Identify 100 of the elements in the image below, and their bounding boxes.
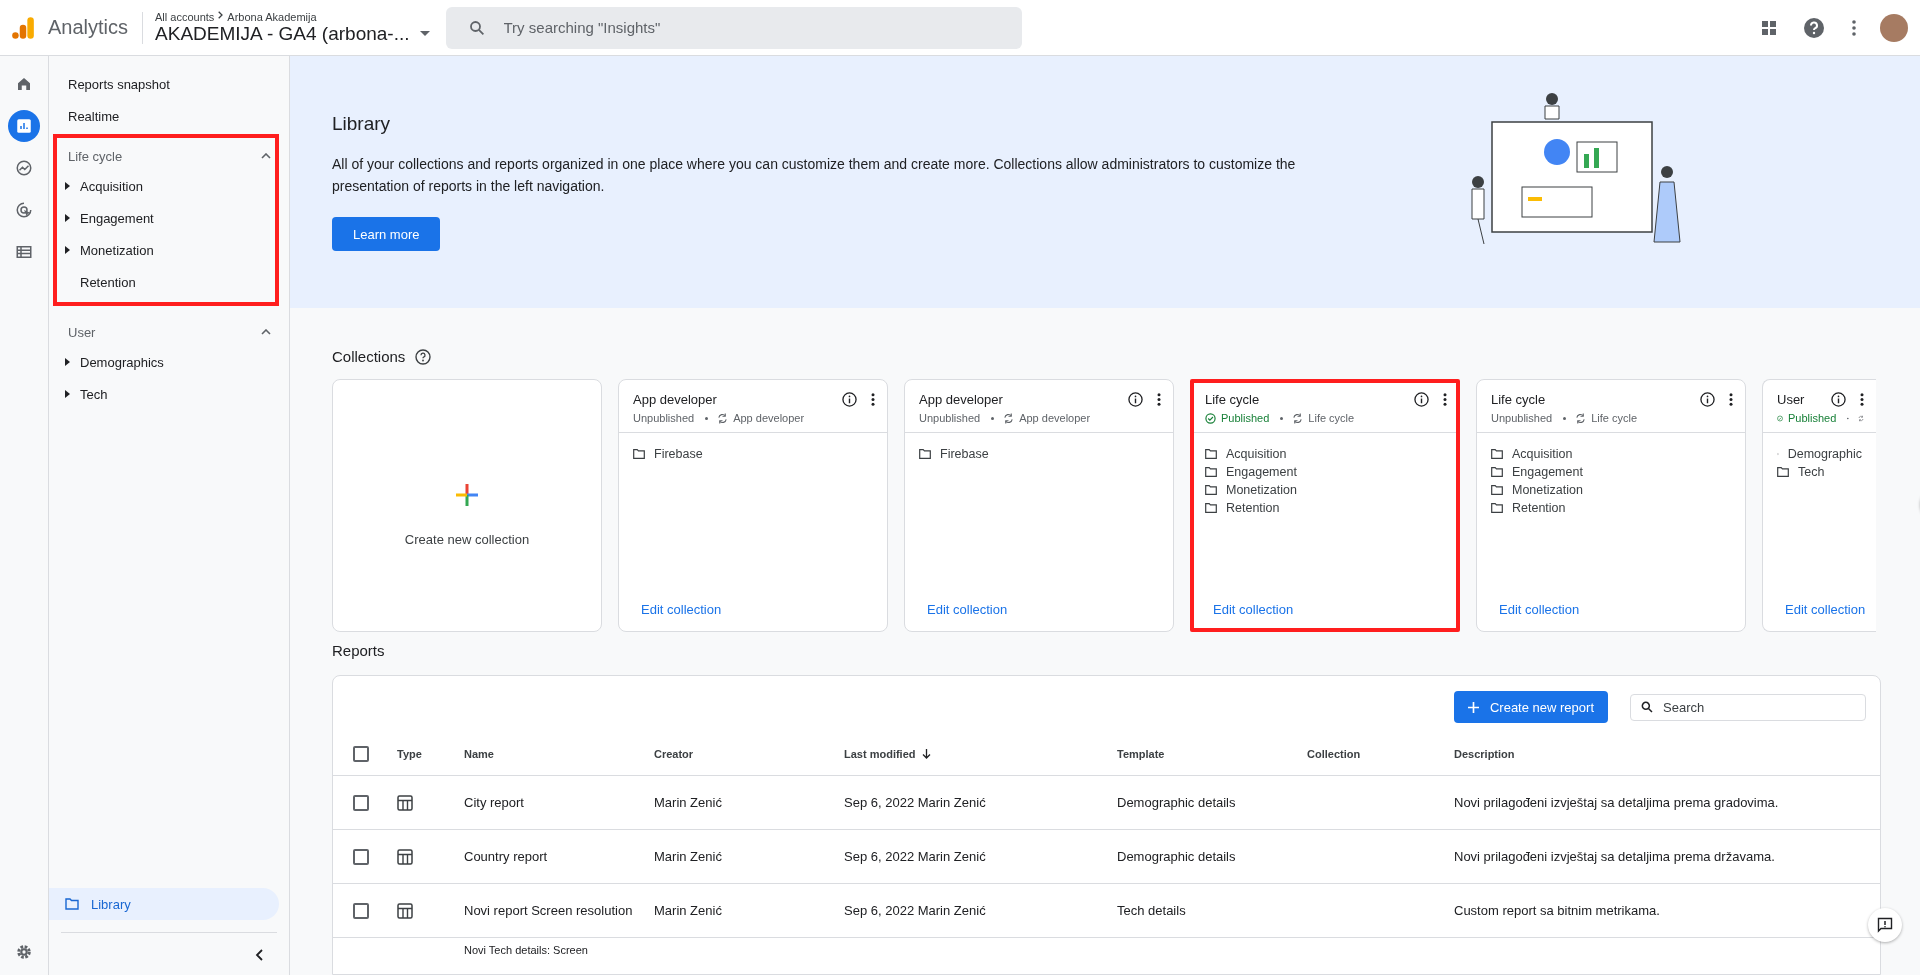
info-icon[interactable] (1414, 392, 1429, 407)
sync-icon (1003, 412, 1015, 424)
section-title: Collections (332, 348, 406, 365)
sync-icon (1575, 412, 1587, 424)
separator-dot-icon (1280, 416, 1284, 420)
collection-item: Firebase (940, 447, 989, 461)
table-icon (397, 902, 413, 919)
row-checkbox[interactable] (353, 794, 369, 811)
chevron-right-icon (218, 10, 224, 19)
create-report-button[interactable]: Create new report (1453, 691, 1608, 723)
collection-item: Acquisition (1512, 447, 1573, 461)
row-checkbox[interactable] (353, 848, 369, 865)
nav-section-title[interactable]: Life cycle (68, 148, 123, 164)
edit-collection-link[interactable]: Edit collection (1763, 602, 1876, 631)
expand-arrow-icon[interactable] (65, 182, 70, 190)
breadcrumb-link[interactable]: Arbona Akademija (227, 10, 317, 23)
nav-item[interactable]: Engagement (80, 210, 154, 226)
expand-arrow-icon[interactable] (65, 246, 70, 254)
collection-title: App developer (633, 392, 718, 407)
sync-icon (717, 412, 729, 424)
nav-item[interactable]: Reports snapshot (49, 68, 289, 100)
collection-item: Acquisition (1226, 447, 1287, 461)
nav-item[interactable]: Realtime (49, 100, 289, 132)
nav-item[interactable]: Acquisition (80, 178, 143, 194)
more-vertical-icon[interactable] (871, 393, 875, 406)
table-cell[interactable]: City report (464, 795, 524, 810)
collection-item: Retention (1226, 501, 1280, 515)
table-icon (397, 794, 413, 811)
collection-item: Engagement (1512, 465, 1583, 479)
table-cell: Custom report sa bitnim metrikama. (1454, 903, 1660, 918)
nav-item[interactable]: Tech (80, 386, 108, 402)
edit-collection-link[interactable]: Edit collection (905, 602, 1173, 631)
property-selector[interactable]: AKADEMIJA - GA4 (arbona-... (155, 22, 430, 45)
edit-collection-link[interactable]: Edit collection (619, 602, 887, 631)
table-icon (397, 848, 413, 865)
more-vertical-icon[interactable] (1443, 393, 1447, 406)
reports-icon[interactable] (8, 110, 40, 142)
nav-item[interactable]: Demographics (80, 354, 164, 370)
column-header[interactable]: Type (397, 748, 422, 760)
table-cell: Marin Zenić (654, 903, 722, 918)
settings-icon[interactable] (15, 943, 33, 961)
table-cell[interactable]: Country report (464, 849, 548, 864)
table-cell[interactable]: Novi report Screen resolution (464, 903, 633, 918)
search-icon (467, 18, 486, 37)
table-cell[interactable]: Novi Tech details: Screen (464, 944, 588, 956)
select-all-checkbox[interactable] (353, 746, 369, 762)
create-collection-card[interactable]: Create new collection (332, 379, 602, 632)
column-header[interactable]: Creator (654, 748, 694, 760)
separator-dot-icon (1563, 416, 1567, 420)
info-icon[interactable] (842, 392, 857, 407)
apps-grid-icon[interactable] (1762, 20, 1776, 35)
column-header[interactable]: Template (1117, 748, 1165, 760)
check-circle-icon (1205, 412, 1216, 424)
column-header[interactable]: Description (1454, 748, 1515, 760)
table-cell: Demographic details (1117, 849, 1236, 864)
column-header[interactable]: Last modified (844, 748, 916, 760)
sort-arrow-icon[interactable] (921, 749, 931, 759)
analytics-logo-icon[interactable] (10, 14, 36, 41)
column-header[interactable]: Name (464, 748, 494, 760)
plus-icon (1467, 701, 1479, 713)
search-field[interactable]: Search (1630, 693, 1866, 721)
more-vertical-icon[interactable] (1729, 393, 1733, 406)
collection-title: Life cycle (1205, 392, 1261, 407)
edit-collection-link[interactable]: Edit collection (1477, 602, 1745, 631)
column-header[interactable]: Collection (1307, 748, 1361, 760)
breadcrumb-link[interactable]: All accounts (155, 10, 215, 23)
feedback-button[interactable] (1868, 908, 1902, 942)
chevron-icon[interactable] (261, 153, 271, 159)
row-checkbox[interactable] (353, 902, 369, 919)
table-cell: Sep 6, 2022 Marin Zenić (844, 903, 986, 918)
chevron-icon[interactable] (261, 329, 271, 335)
check-circle-icon (1777, 412, 1783, 424)
more-vertical-icon[interactable] (1852, 19, 1856, 36)
search-field[interactable]: Try searching "Insights" (445, 6, 1022, 49)
help-icon[interactable] (1804, 17, 1824, 38)
collection-template: App developer (1019, 412, 1091, 424)
table-cell: Tech details (1117, 903, 1186, 918)
table-cell: Sep 6, 2022 Marin Zenić (844, 849, 986, 864)
nav-section-title[interactable]: User (68, 324, 96, 340)
expand-arrow-icon[interactable] (65, 390, 70, 398)
learn-more-button[interactable]: Learn more (332, 217, 441, 251)
collection-item: Monetization (1226, 483, 1297, 497)
person-drawing (1471, 176, 1485, 245)
expand-arrow-icon[interactable] (65, 214, 70, 222)
library-nav-item[interactable]: Library (49, 888, 279, 920)
info-icon[interactable] (1700, 392, 1715, 407)
info-icon[interactable] (1831, 392, 1846, 407)
chevron-left-icon[interactable] (255, 949, 263, 961)
nav-item[interactable]: Retention (80, 274, 136, 290)
avatar[interactable] (1880, 13, 1908, 42)
info-icon[interactable] (1128, 392, 1143, 407)
collection-item: Tech (1798, 465, 1825, 479)
expand-arrow-icon[interactable] (65, 358, 70, 366)
edit-collection-link[interactable]: Edit collection (1194, 602, 1456, 628)
collection-item: Demographic (1787, 447, 1862, 461)
help-outline-icon[interactable] (415, 348, 432, 365)
more-vertical-icon[interactable] (1860, 393, 1864, 406)
search-icon (1640, 699, 1654, 714)
nav-item[interactable]: Monetization (80, 242, 154, 258)
more-vertical-icon[interactable] (1157, 393, 1161, 406)
